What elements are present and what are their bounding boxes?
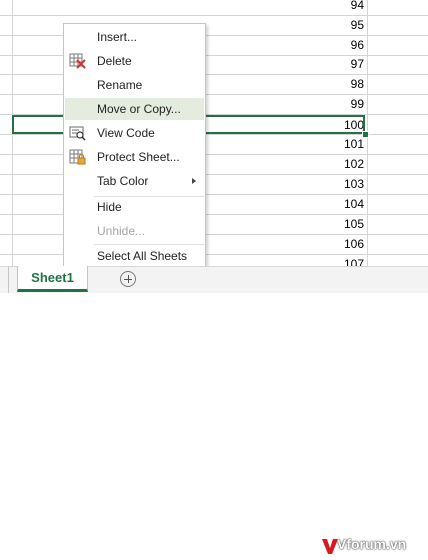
cell-value[interactable]: 101 (294, 136, 364, 152)
menu-item-label: Insert... (97, 30, 138, 44)
menu-item-move-or-copy[interactable]: Move or Copy... (65, 98, 204, 120)
cell-value[interactable]: 98 (294, 76, 364, 92)
menu-item-protect-sheet[interactable]: Protect Sheet... (65, 146, 204, 168)
menu-item-label: Unhide... (97, 224, 146, 238)
menu-item-label: Protect Sheet... (97, 150, 180, 164)
menu-item-rename[interactable]: Rename (65, 74, 204, 96)
menu-item-label: Select All Sheets (97, 249, 188, 263)
cell-value[interactable]: 105 (294, 216, 364, 232)
sheet-context-menu: Insert... Delete Rename Move or Copy... (63, 23, 206, 269)
menu-item-unhide: Unhide... (65, 220, 204, 242)
sheet-tab-bar: Sheet1 Vforum.vn (0, 266, 428, 554)
menu-item-tab-color[interactable]: Tab Color (65, 170, 204, 192)
cell-value[interactable]: 104 (294, 196, 364, 212)
sheet-tab-active[interactable]: Sheet1 (17, 266, 88, 292)
tab-scroll-area[interactable] (0, 267, 9, 293)
cell-value[interactable]: 102 (294, 156, 364, 172)
cell-value[interactable]: 94 (294, 0, 364, 13)
menu-item-label: Rename (97, 78, 143, 92)
cell-value[interactable]: 97 (294, 56, 364, 72)
cell-value[interactable]: 106 (294, 236, 364, 252)
cell-value[interactable]: 96 (294, 37, 364, 53)
watermark: Vforum.vn (318, 533, 428, 560)
cell-value[interactable]: 107 (294, 256, 364, 266)
menu-item-label: Hide (97, 200, 122, 214)
cell-value[interactable]: 99 (294, 96, 364, 112)
watermark-text: Vforum.vn (337, 536, 407, 552)
fill-handle[interactable] (362, 131, 369, 138)
view-code-icon (69, 125, 87, 141)
menu-item-label: Move or Copy... (97, 102, 181, 116)
cell-value[interactable]: 95 (294, 17, 364, 33)
menu-item-hide[interactable]: Hide (65, 196, 204, 218)
menu-item-select-all-sheets[interactable]: Select All Sheets (65, 245, 204, 267)
menu-item-delete[interactable]: Delete (65, 50, 204, 72)
submenu-arrow-icon (192, 178, 196, 184)
row-divider (0, 15, 428, 16)
delete-sheet-icon (69, 53, 87, 69)
cell-value[interactable]: 103 (294, 176, 364, 192)
menu-item-view-code[interactable]: View Code (65, 122, 204, 144)
protect-sheet-icon (69, 149, 87, 165)
menu-item-label: View Code (97, 126, 155, 140)
plus-circle-icon[interactable] (120, 271, 136, 287)
menu-item-label: Delete (97, 54, 132, 68)
menu-item-label: Tab Color (97, 174, 149, 188)
menu-item-insert[interactable]: Insert... (65, 26, 204, 48)
